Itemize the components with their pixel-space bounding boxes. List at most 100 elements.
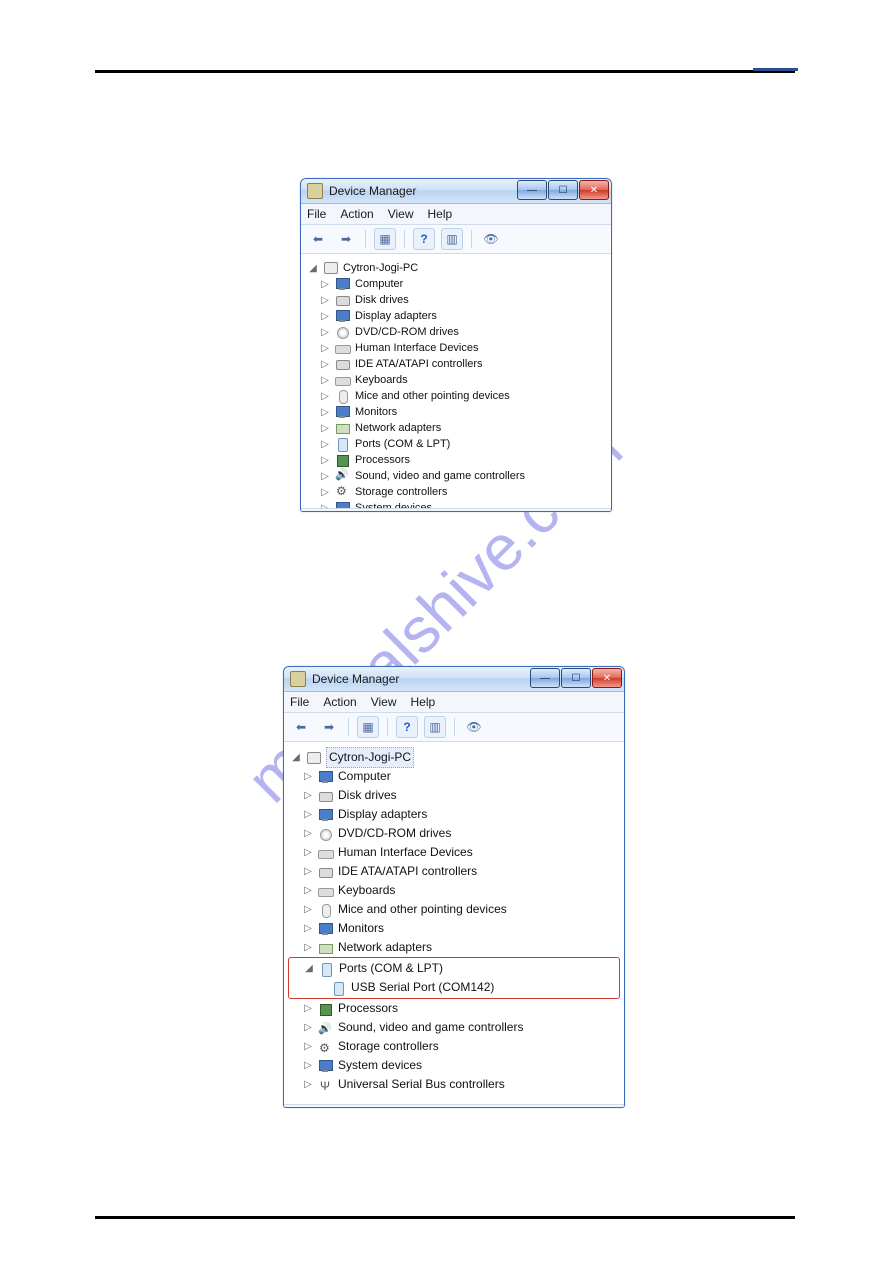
tree-item[interactable]: ▷Disk drives — [290, 786, 620, 805]
titlebar[interactable]: Device Manager — ☐ ✕ — [284, 667, 624, 692]
keyboard-icon — [335, 373, 351, 387]
expand-icon[interactable]: ▷ — [319, 375, 331, 386]
expand-icon[interactable]: ▷ — [302, 1056, 314, 1075]
expand-icon[interactable]: ▷ — [319, 311, 331, 322]
titlebar[interactable]: Device Manager — ☐ ✕ — [301, 179, 611, 204]
expand-icon[interactable]: ▷ — [319, 423, 331, 434]
tree-item[interactable]: ▷Sound, video and game controllers — [290, 1018, 620, 1037]
expand-icon[interactable]: ▷ — [319, 343, 331, 354]
expand-icon[interactable]: ▷ — [302, 786, 314, 805]
tree-root[interactable]: ◢ Cytron-Jogi-PC — [307, 260, 607, 276]
forward-button[interactable]: ➡ — [335, 228, 357, 250]
expand-icon[interactable]: ▷ — [302, 1037, 314, 1056]
tree-item[interactable]: ▷Storage controllers — [307, 484, 607, 500]
tree-item[interactable]: ▷Computer — [290, 767, 620, 786]
tree-item-usb-serial[interactable]: USB Serial Port (COM142) — [291, 978, 617, 997]
tree-item[interactable]: ▷Monitors — [307, 404, 607, 420]
expand-icon[interactable]: ▷ — [302, 1075, 314, 1094]
device-tree[interactable]: ◢ Cytron-Jogi-PC ▷Computer ▷Disk drives … — [301, 254, 611, 508]
menu-help[interactable]: Help — [428, 207, 453, 221]
tree-item[interactable]: ▷DVD/CD-ROM drives — [307, 324, 607, 340]
collapse-icon[interactable]: ◢ — [303, 959, 315, 978]
minimize-button[interactable]: — — [530, 668, 560, 688]
expand-icon[interactable]: ▷ — [302, 843, 314, 862]
menu-help[interactable]: Help — [411, 695, 436, 709]
tree-item[interactable]: ▷Processors — [290, 999, 620, 1018]
tree-item[interactable]: ▷Universal Serial Bus controllers — [290, 1075, 620, 1094]
expand-icon[interactable]: ▷ — [319, 439, 331, 450]
tree-item[interactable]: ▷Disk drives — [307, 292, 607, 308]
expand-icon[interactable]: ▷ — [302, 1018, 314, 1037]
expand-icon[interactable]: ▷ — [319, 391, 331, 402]
menu-action[interactable]: Action — [340, 207, 373, 221]
expand-icon[interactable]: ▷ — [302, 900, 314, 919]
expand-icon[interactable]: ▷ — [319, 327, 331, 338]
expand-icon[interactable]: ▷ — [319, 471, 331, 482]
tree-item[interactable]: ▷Keyboards — [307, 372, 607, 388]
close-button[interactable]: ✕ — [592, 668, 622, 688]
help-button[interactable]: ? — [413, 228, 435, 250]
tree-item[interactable]: ▷Mice and other pointing devices — [307, 388, 607, 404]
expand-icon[interactable]: ▷ — [319, 455, 331, 466]
scan-icon: ▥ — [446, 232, 457, 246]
tree-item[interactable]: ▷Keyboards — [290, 881, 620, 900]
scan-button[interactable]: ▥ — [441, 228, 463, 250]
properties-button[interactable]: ▦ — [357, 716, 379, 738]
expand-icon[interactable]: ◢ — [307, 263, 319, 274]
ide-icon — [335, 357, 351, 371]
maximize-button[interactable]: ☐ — [548, 180, 578, 200]
expand-icon[interactable]: ◢ — [290, 748, 302, 767]
tree-item[interactable]: ▷Processors — [307, 452, 607, 468]
tree-item[interactable]: ▷Human Interface Devices — [290, 843, 620, 862]
expand-icon[interactable]: ▷ — [302, 862, 314, 881]
tree-item[interactable]: ▷Monitors — [290, 919, 620, 938]
menu-file[interactable]: File — [307, 207, 326, 221]
menu-file[interactable]: File — [290, 695, 309, 709]
tree-item[interactable]: ▷IDE ATA/ATAPI controllers — [290, 862, 620, 881]
properties-button[interactable]: ▦ — [374, 228, 396, 250]
device-tree[interactable]: ◢ Cytron-Jogi-PC ▷Computer ▷Disk drives … — [284, 742, 624, 1104]
tree-root[interactable]: ◢ Cytron-Jogi-PC — [290, 748, 620, 767]
tree-item[interactable]: ▷Mice and other pointing devices — [290, 900, 620, 919]
tree-item[interactable]: ▷System devices — [307, 500, 607, 508]
close-button[interactable]: ✕ — [579, 180, 609, 200]
expand-icon[interactable]: ▷ — [302, 938, 314, 957]
tree-item[interactable]: ▷Sound, video and game controllers — [307, 468, 607, 484]
tree-item[interactable]: ▷Computer — [307, 276, 607, 292]
expand-icon[interactable]: ▷ — [319, 279, 331, 290]
tree-item[interactable]: ▷Network adapters — [290, 938, 620, 957]
expand-icon[interactable]: ▷ — [302, 999, 314, 1018]
tree-item[interactable]: ▷Display adapters — [290, 805, 620, 824]
scan-button[interactable]: ▥ — [424, 716, 446, 738]
expand-icon[interactable]: ▷ — [319, 487, 331, 498]
tree-item[interactable]: ▷System devices — [290, 1056, 620, 1075]
tree-item-ports[interactable]: ◢Ports (COM & LPT) — [291, 959, 617, 978]
back-button[interactable]: ⬅ — [307, 228, 329, 250]
expand-icon[interactable]: ▷ — [319, 359, 331, 370]
tree-item[interactable]: ▷Network adapters — [307, 420, 607, 436]
expand-icon[interactable]: ▷ — [319, 407, 331, 418]
expand-icon[interactable]: ▷ — [319, 503, 331, 509]
back-button[interactable]: ⬅ — [290, 716, 312, 738]
help-button[interactable]: ? — [396, 716, 418, 738]
tree-item[interactable]: ▷DVD/CD-ROM drives — [290, 824, 620, 843]
expand-icon[interactable]: ▷ — [302, 824, 314, 843]
expand-icon[interactable]: ▷ — [302, 881, 314, 900]
show-hidden-button[interactable]: 👁 — [480, 228, 502, 250]
menu-action[interactable]: Action — [323, 695, 356, 709]
tree-item[interactable]: ▷Ports (COM & LPT) — [307, 436, 607, 452]
expand-icon[interactable]: ▷ — [302, 767, 314, 786]
expand-icon[interactable]: ▷ — [302, 919, 314, 938]
expand-icon[interactable]: ▷ — [302, 805, 314, 824]
tree-item[interactable]: ▷Human Interface Devices — [307, 340, 607, 356]
maximize-button[interactable]: ☐ — [561, 668, 591, 688]
forward-button[interactable]: ➡ — [318, 716, 340, 738]
tree-item[interactable]: ▷Display adapters — [307, 308, 607, 324]
menu-view[interactable]: View — [388, 207, 414, 221]
tree-item[interactable]: ▷IDE ATA/ATAPI controllers — [307, 356, 607, 372]
expand-icon[interactable]: ▷ — [319, 295, 331, 306]
menu-view[interactable]: View — [371, 695, 397, 709]
tree-item[interactable]: ▷Storage controllers — [290, 1037, 620, 1056]
show-hidden-button[interactable]: 👁 — [463, 716, 485, 738]
minimize-button[interactable]: — — [517, 180, 547, 200]
